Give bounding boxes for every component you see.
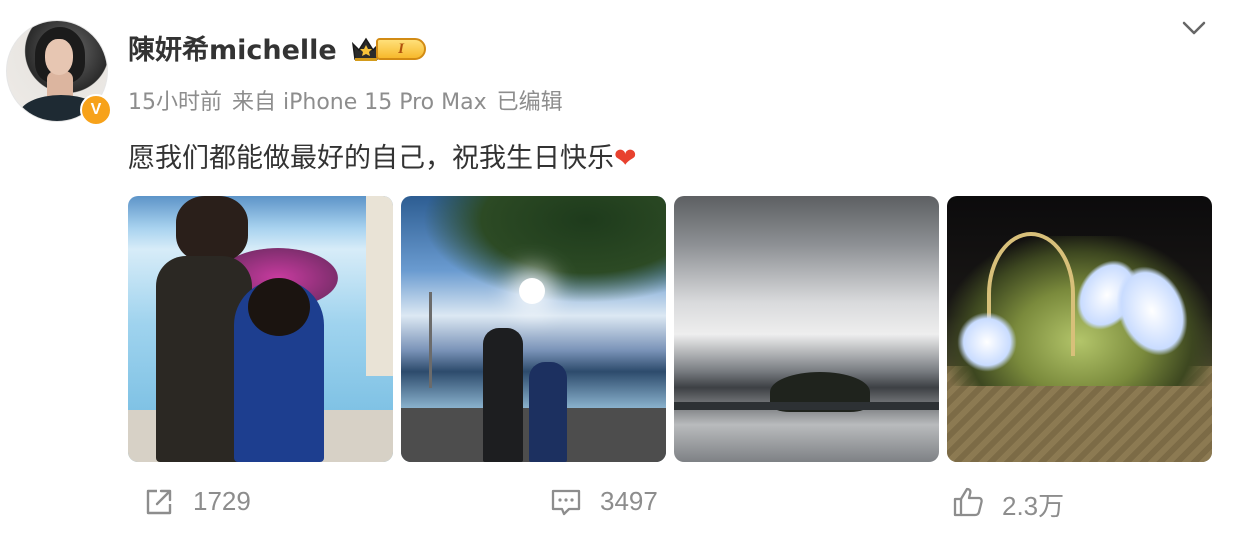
member-badge[interactable]: I (350, 34, 428, 64)
share-icon (146, 489, 172, 515)
comment-icon (551, 489, 581, 516)
member-level-tag: I (376, 38, 426, 60)
post-time[interactable]: 15小时前 (128, 90, 222, 115)
edited-label[interactable]: 已编辑 (497, 90, 563, 115)
heart-emoji: ❤ (614, 143, 637, 174)
username[interactable]: 陳妍希michelle (128, 28, 337, 67)
like-count: 2.3万 (1002, 491, 1065, 521)
photo-2[interactable] (401, 196, 666, 462)
photo-3[interactable] (674, 196, 939, 462)
thumbs-up-icon (953, 487, 983, 517)
post-body: 愿我们都能做最好的自己，祝我生日快乐 (128, 143, 614, 174)
share-count: 1729 (193, 486, 251, 516)
comment-count: 3497 (600, 486, 658, 516)
avatar-face (45, 39, 73, 75)
post-text: 愿我们都能做最好的自己，祝我生日快乐❤ (128, 136, 637, 175)
photo-4[interactable] (947, 196, 1212, 462)
post-meta: 15小时前 来自 iPhone 15 Pro Max 已编辑 (128, 84, 573, 116)
post-source: 来自 iPhone 15 Pro Max (232, 90, 487, 115)
photo-1[interactable] (128, 196, 393, 462)
chevron-down-icon[interactable] (1180, 16, 1208, 40)
verified-badge: V (80, 94, 112, 126)
